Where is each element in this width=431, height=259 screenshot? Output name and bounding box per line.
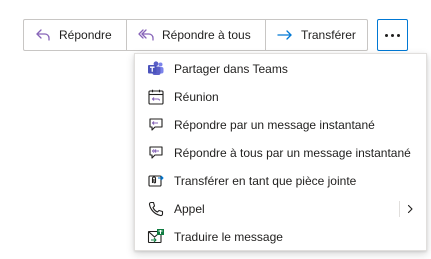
chat-reply-icon: [147, 116, 165, 134]
more-actions-button[interactable]: [377, 19, 408, 51]
reply-all-icon: [138, 29, 154, 41]
attachment-forward-icon: [147, 172, 165, 190]
menu-item-share-teams[interactable]: Partager dans Teams: [135, 55, 426, 83]
reply-label: Répondre: [59, 28, 112, 42]
teams-icon: [147, 60, 165, 78]
translate-icon: [147, 228, 165, 246]
ellipsis-dot: [391, 33, 394, 37]
menu-item-label: Traduire le message: [174, 230, 283, 244]
menu-item-meeting[interactable]: Réunion: [135, 83, 426, 111]
forward-label: Transférer: [301, 28, 356, 42]
menu-item-label: Transférer en tant que pièce jointe: [174, 174, 357, 188]
submenu-divider: [399, 201, 400, 217]
menu-item-label: Appel: [174, 202, 205, 216]
reply-all-button[interactable]: Répondre à tous: [127, 20, 266, 50]
menu-item-call[interactable]: Appel: [135, 195, 426, 223]
reply-all-label: Répondre à tous: [162, 28, 251, 42]
menu-item-label: Partager dans Teams: [174, 62, 288, 76]
menu-item-reply-im[interactable]: Répondre par un message instantané: [135, 111, 426, 139]
more-actions-menu: Partager dans Teams Réunion Répondre par…: [134, 53, 427, 251]
chat-reply-all-icon: [147, 144, 165, 162]
message-action-bar: Répondre Répondre à tous Transférer: [23, 19, 368, 51]
reply-icon: [36, 29, 50, 41]
menu-item-reply-all-im[interactable]: Répondre à tous par un message instantan…: [135, 139, 426, 167]
chevron-right-icon[interactable]: [404, 203, 416, 215]
forward-arrow-icon: [277, 30, 292, 40]
menu-item-label: Répondre à tous par un message instantan…: [174, 146, 411, 160]
ellipsis-dot: [397, 33, 400, 37]
ellipsis-icon: [385, 33, 388, 37]
reply-button[interactable]: Répondre: [24, 20, 127, 50]
menu-item-label: Réunion: [174, 90, 219, 104]
menu-item-translate[interactable]: Traduire le message: [135, 223, 426, 251]
phone-icon: [147, 200, 165, 218]
forward-button[interactable]: Transférer: [266, 20, 367, 50]
menu-item-label: Répondre par un message instantané: [174, 118, 375, 132]
calendar-meeting-icon: [147, 88, 165, 106]
menu-item-forward-attachment[interactable]: Transférer en tant que pièce jointe: [135, 167, 426, 195]
